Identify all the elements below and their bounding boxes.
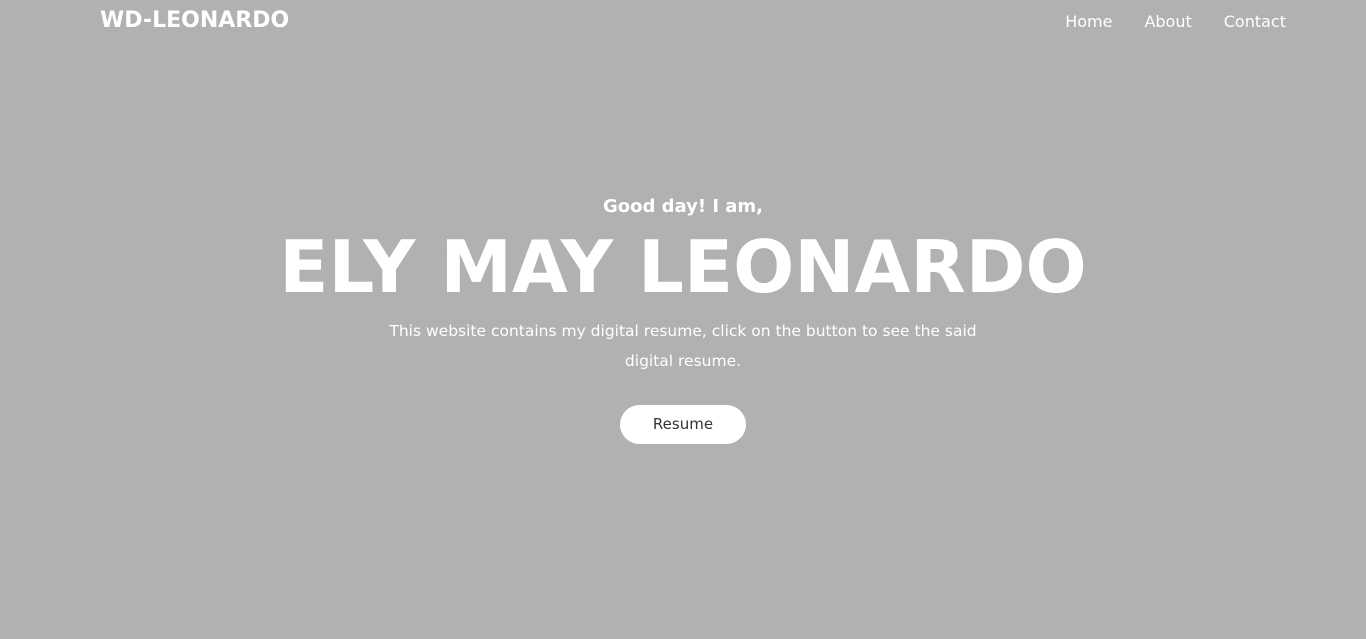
hero-greeting: Good day! I am, <box>602 196 764 217</box>
brand-logo-link[interactable]: WD-LEONARDO <box>100 7 289 35</box>
nav-link-contact[interactable]: Contact <box>1224 11 1286 33</box>
hero-name: ELY MAY LEONARDO <box>279 225 1087 309</box>
nav-links: Home About Contact <box>1065 11 1286 33</box>
nav-link-home[interactable]: Home <box>1065 11 1112 33</box>
navbar: WD-LEONARDO Home About Contact <box>0 0 1366 44</box>
resume-button[interactable]: Resume <box>620 405 746 444</box>
hero-description: This website contains my digital resume,… <box>389 322 977 370</box>
nav-link-about[interactable]: About <box>1144 11 1191 33</box>
